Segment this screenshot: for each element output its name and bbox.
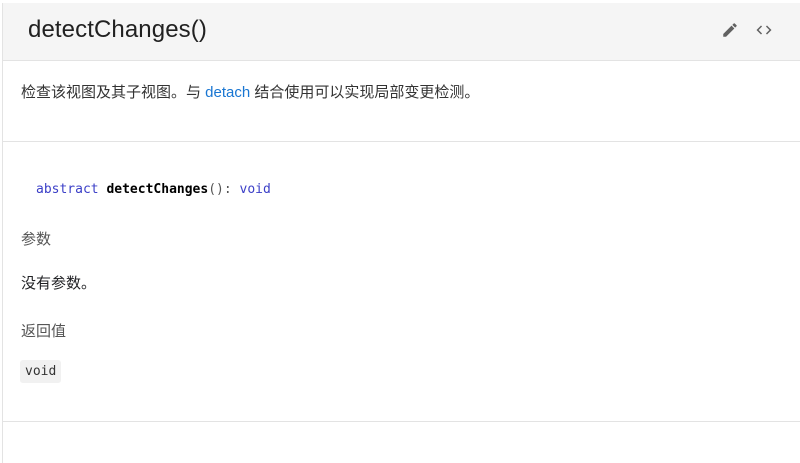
return-type-chip: void <box>20 360 62 383</box>
divider <box>3 421 800 422</box>
divider <box>3 141 800 142</box>
signature-keyword: abstract <box>36 182 99 197</box>
params-text: 没有参数。 <box>21 275 97 292</box>
page-title: detectChanges() <box>28 16 207 43</box>
pencil-icon[interactable] <box>719 19 741 41</box>
signature-name: detectChanges <box>106 182 209 197</box>
returns-heading: 返回值 <box>21 323 67 340</box>
description-text-before: 检查该视图及其子视图。与 <box>21 84 206 101</box>
method-signature: abstract detectChanges(): void <box>36 182 271 197</box>
doc-header: detectChanges() <box>3 3 800 61</box>
description-text-after: 结合使用可以实现局部变更检测。 <box>250 84 480 101</box>
detach-link[interactable]: detach <box>205 84 250 101</box>
method-description: 检查该视图及其子视图。与 detach 结合使用可以实现局部变更检测。 <box>21 81 479 102</box>
header-actions <box>719 19 775 41</box>
code-brackets-icon[interactable] <box>753 19 775 41</box>
signature-return-type: void <box>239 182 271 197</box>
api-doc-panel: detectChanges() 检查该视图及其子视图。与 detach 结合使用… <box>2 3 800 463</box>
signature-punctuation: (): <box>208 182 232 197</box>
params-heading: 参数 <box>21 231 52 248</box>
